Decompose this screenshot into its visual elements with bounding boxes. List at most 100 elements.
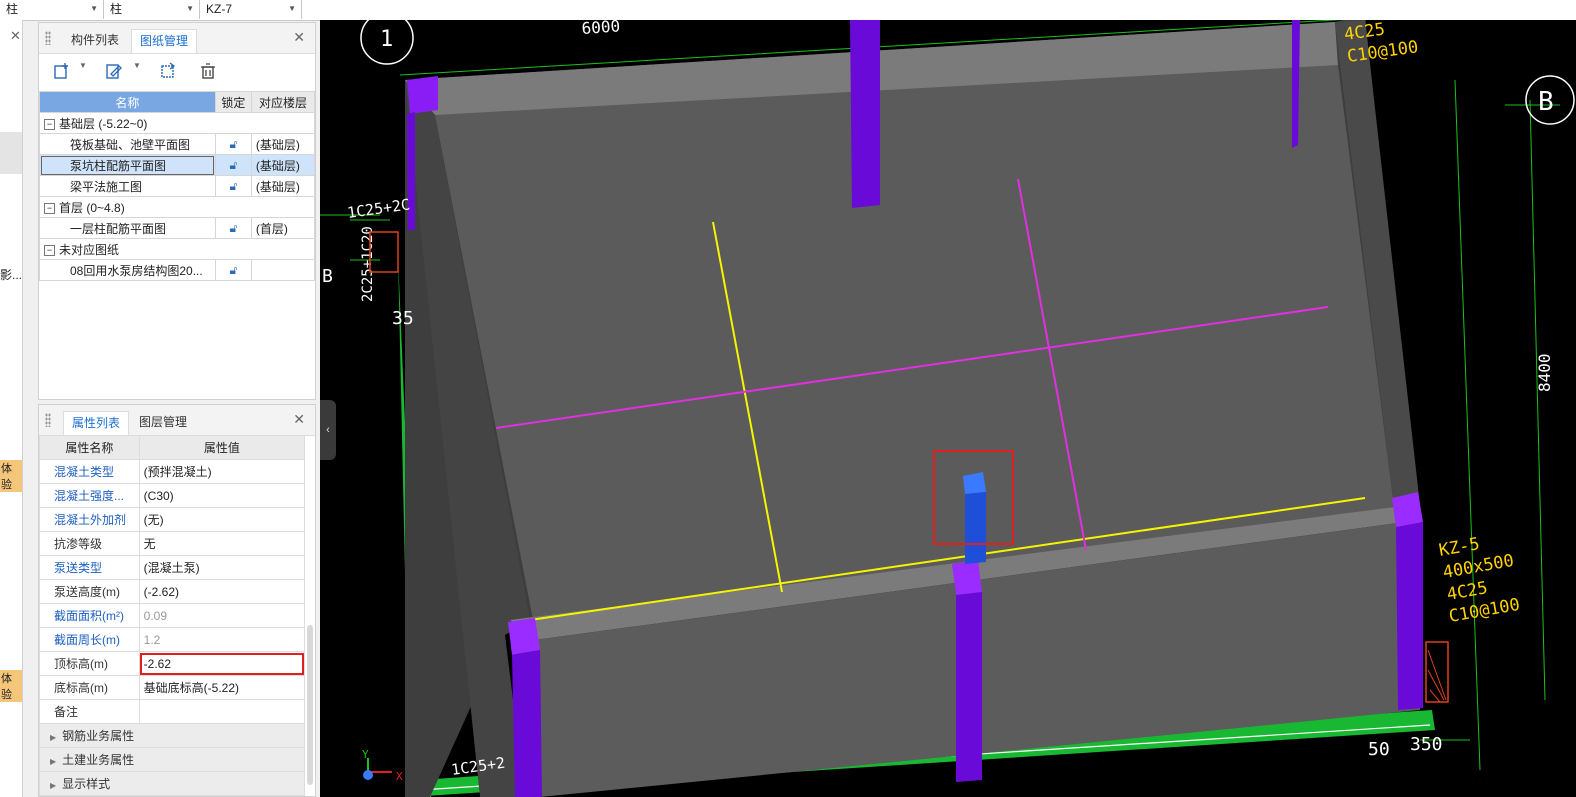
expand-icon[interactable]: ▶ [50, 757, 56, 766]
split-drawing-icon[interactable] [155, 59, 181, 83]
property-row: 泵送类型 (混凝土泵) [39, 555, 306, 580]
property-group-row[interactable]: ▶ 显示样式 [39, 771, 305, 796]
column [512, 650, 542, 797]
drawing-name: 08回用水泵房结构图20... [39, 259, 216, 281]
table-row[interactable]: 筏板基础、池壁平面图 🔓︎ (基础层) [39, 133, 316, 155]
model-canvas[interactable]: 1 B B 6000 8400 50 350 35 4C25 C10@100 K… [320, 20, 1576, 797]
collapse-icon[interactable]: − [44, 118, 55, 130]
table-row[interactable]: 一层柱配筋平面图 🔓︎ (首层) [39, 217, 316, 239]
strip-badge[interactable]: 体验 [0, 460, 22, 492]
top-elevation-input[interactable]: -2.62 [138, 651, 306, 676]
column-header-property-name: 属性名称 [39, 435, 140, 460]
tab-component-list[interactable]: 构件列表 [63, 29, 127, 53]
drawing-floor: (基础层) [250, 154, 316, 176]
group-label: 显示样式 [62, 777, 111, 791]
tab-layer-management[interactable]: 图层管理 [131, 411, 195, 435]
chevron-down-icon: ▼ [90, 4, 98, 13]
group-label: 首层 (0~4.8) [59, 200, 125, 215]
lock-icon[interactable]: 🔓︎ [229, 179, 237, 193]
property-value[interactable]: 基础底标高(-5.22) [138, 675, 306, 700]
category-combo[interactable]: 柱 ▼ [0, 0, 104, 19]
drawing-floor: (基础层) [250, 133, 316, 155]
add-drawing-icon[interactable] [49, 59, 75, 83]
property-row: 混凝土强度... (C30) [39, 483, 306, 508]
edit-drawing-icon[interactable] [101, 59, 127, 83]
close-icon[interactable]: ✕ [293, 411, 305, 428]
column [1396, 522, 1423, 710]
category-combo-value: 柱 [6, 2, 19, 16]
table-row[interactable]: 08回用水泵房结构图20... 🔓︎ [39, 259, 316, 281]
scrollbar[interactable] [307, 625, 313, 785]
drag-handle-icon[interactable] [45, 31, 51, 45]
lock-icon[interactable]: 🔓︎ [229, 221, 237, 235]
collapse-panel-handle[interactable]: ‹ [320, 400, 336, 460]
property-value[interactable]: (混凝土泵) [138, 555, 306, 580]
property-value[interactable]: (预拌混凝土) [138, 459, 306, 484]
table-row[interactable]: 梁平法施工图 🔓︎ (基础层) [39, 175, 316, 197]
chevron-down-icon[interactable]: ▼ [133, 61, 141, 70]
drag-handle-icon[interactable] [45, 413, 51, 427]
column-header-name[interactable]: 名称 [39, 91, 216, 113]
property-name: 截面周长(m) [39, 627, 140, 652]
close-icon[interactable]: ✕ [10, 28, 21, 44]
axis-y-label: Y [362, 748, 369, 761]
collapse-icon[interactable]: − [44, 202, 55, 214]
strip-badge[interactable]: 体验 [0, 670, 22, 702]
group-label: 钢筋业务属性 [62, 729, 135, 743]
hatch-lines [1427, 649, 1447, 703]
panel-tabbar: 属性列表 图层管理 ✕ [39, 405, 315, 436]
property-row: 截面面积(m²) 0.09 [39, 603, 306, 628]
panel-tabbar: 构件列表 图纸管理 ✕ [39, 23, 315, 54]
property-value[interactable]: 无 [138, 531, 306, 556]
property-row: 截面周长(m) 1.2 [39, 627, 306, 652]
lock-icon[interactable]: 🔓︎ [229, 137, 237, 151]
property-row: 混凝土类型 (预拌混凝土) [39, 459, 306, 484]
property-row: 抗渗等级无 [39, 531, 306, 556]
lock-icon[interactable]: 🔓︎ [229, 158, 237, 172]
property-panel: 属性列表 图层管理 ✕ 属性名称 属性值 混凝土类型 (预拌混凝土) 混凝土强度.… [38, 404, 316, 797]
group-label: 未对应图纸 [59, 242, 120, 257]
property-row: 顶标高(m) -2.62 [39, 651, 306, 676]
axis-label-b-left: B [322, 266, 333, 287]
expand-icon[interactable]: ▶ [50, 733, 56, 742]
tree-group-row[interactable]: − 未对应图纸 [39, 238, 315, 260]
component-combo[interactable]: KZ-7 ▼ [200, 0, 302, 19]
close-icon[interactable]: ✕ [293, 29, 305, 46]
tab-drawing-management[interactable]: 图纸管理 [131, 29, 198, 53]
property-name: 抗渗等级 [39, 531, 140, 556]
table-row-selected[interactable]: 泵坑柱配筋平面图 🔓︎ (基础层) [39, 154, 316, 176]
drawing-name: 一层柱配筋平面图 [39, 217, 216, 239]
property-value: 0.09 [138, 603, 306, 628]
property-value[interactable] [138, 699, 306, 724]
3d-viewport[interactable]: 1 B B 6000 8400 50 350 35 4C25 C10@100 K… [320, 20, 1576, 797]
coordinate-axis-icon: Y X [362, 748, 403, 783]
strip-selected-item[interactable] [0, 132, 22, 174]
column-header-lock[interactable]: 锁定 [214, 91, 252, 113]
property-value[interactable]: (无) [138, 507, 306, 532]
column-header-floor[interactable]: 对应楼层 [250, 91, 316, 113]
tree-group-row[interactable]: − 首层 (0~4.8) [39, 196, 315, 218]
expand-icon[interactable]: ▶ [50, 781, 56, 790]
top-selector-bar: 柱 ▼ 柱 ▼ KZ-7 ▼ [0, 0, 1576, 21]
delete-icon[interactable] [195, 59, 221, 83]
chevron-down-icon[interactable]: ▼ [79, 61, 87, 70]
tree-group-row[interactable]: − 基础层 (-5.22~0) [39, 112, 315, 134]
property-value[interactable]: (C30) [138, 483, 306, 508]
selected-column[interactable] [965, 492, 986, 564]
lock-icon[interactable]: 🔓︎ [229, 263, 237, 277]
property-group-row[interactable]: ▶ 土建业务属性 [39, 747, 305, 772]
type-combo-value: 柱 [110, 2, 123, 16]
left-side-strip: ✕ 影... 体验 体验 [0, 20, 23, 797]
drawing-name: 泵坑柱配筋平面图 [39, 154, 216, 176]
dimension-50: 50 [1368, 739, 1390, 760]
property-value[interactable]: (-2.62) [138, 579, 306, 604]
drawing-floor: (首层) [250, 217, 316, 239]
property-group-row[interactable]: ▶ 钢筋业务属性 [39, 723, 305, 748]
drawing-name: 筏板基础、池壁平面图 [39, 133, 216, 155]
dimension-35: 35 [392, 308, 414, 329]
type-combo[interactable]: 柱 ▼ [104, 0, 200, 19]
property-name: 截面面积(m²) [39, 603, 140, 628]
dimension-350: 350 [1410, 734, 1443, 755]
collapse-icon[interactable]: − [44, 244, 55, 256]
tab-property-list[interactable]: 属性列表 [63, 411, 130, 435]
